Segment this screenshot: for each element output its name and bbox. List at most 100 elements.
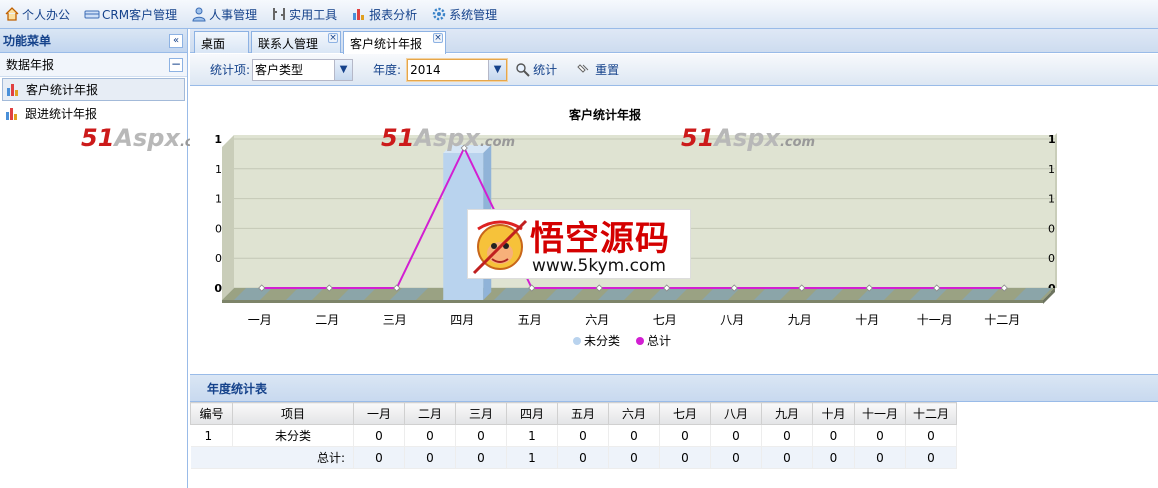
summary-cell: 0 — [812, 446, 855, 469]
tab-label: 联系人管理 — [258, 37, 319, 51]
table-cell: 未分类 — [232, 424, 354, 447]
x-tick-label: 六月 — [585, 313, 609, 327]
watermark-dom: .com — [479, 135, 516, 150]
chart-title: 客户统计年报 — [568, 107, 641, 122]
menu-personal-office-label: 个人办公 — [22, 7, 71, 22]
y-tick-label-right: 1 — [1048, 133, 1056, 146]
table-cell: 1 — [506, 424, 558, 447]
sidebar-title: 功能菜单 — [3, 34, 52, 48]
sidebar-item-label: 跟进统计年报 — [25, 107, 98, 121]
col-header[interactable]: 一月 — [353, 402, 405, 425]
y-tick-label-left: 0 — [215, 252, 222, 265]
watermark-name: Aspx — [714, 124, 780, 152]
watermark-num: 51 — [681, 124, 715, 152]
col-header[interactable]: 十二月 — [905, 402, 957, 425]
table-cell: 0 — [761, 424, 813, 447]
col-header[interactable]: 十月 — [812, 402, 855, 425]
reset-button[interactable]: 重置 — [577, 61, 619, 78]
col-header[interactable]: 九月 — [761, 402, 813, 425]
summary-cell: 0 — [455, 446, 507, 469]
menu-reports[interactable]: 报表分析 — [347, 0, 427, 29]
table-cell: 0 — [557, 424, 609, 447]
x-tick-label: 八月 — [720, 313, 744, 327]
search-icon — [516, 62, 530, 77]
table-cell: 1 — [190, 424, 233, 447]
menu-crm[interactable]: CRM客户管理 — [80, 0, 187, 29]
y-tick-label-right: 1 — [1048, 163, 1055, 176]
sidebar-item-label: 客户统计年报 — [26, 83, 99, 97]
menu-personal-office[interactable]: 个人办公 — [0, 0, 80, 29]
summary-cell: 0 — [404, 446, 456, 469]
watermark-51aspx: 51Aspx.com — [681, 124, 815, 152]
x-tick-label: 七月 — [653, 313, 677, 327]
watermark-num: 51 — [81, 124, 115, 152]
watermark-dom: .com — [779, 135, 816, 150]
col-header[interactable]: 项目 — [232, 402, 354, 425]
table-cell: 0 — [608, 424, 660, 447]
legend-label: 总计 — [647, 334, 671, 348]
chart-icon — [6, 107, 17, 120]
col-header[interactable]: 编号 — [190, 402, 233, 425]
table-cell: 0 — [854, 424, 906, 447]
watermark-51aspx: 51Aspx.com — [381, 124, 515, 152]
legend-label: 未分类 — [584, 334, 620, 348]
chevron-down-icon[interactable]: ▼ — [488, 59, 507, 80]
col-header[interactable]: 二月 — [404, 402, 456, 425]
summary-cell: 0 — [608, 446, 660, 469]
y-tick-label-right: 1 — [1048, 193, 1055, 206]
summary-cell: 0 — [659, 446, 711, 469]
user-icon — [192, 7, 206, 22]
top-menu-bar: 个人办公 CRM客户管理 人事管理 实用工具 报表分析 系统管理 — [0, 0, 1158, 29]
legend-swatch — [636, 337, 644, 345]
tab-strip: 桌面 联系人管理 × 客户统计年报 × — [190, 29, 1158, 54]
menu-system-label: 系统管理 — [449, 7, 498, 22]
watermark-name: Aspx — [414, 124, 480, 152]
menu-system[interactable]: 系统管理 — [427, 0, 507, 29]
tab-contacts[interactable]: 联系人管理 × — [251, 31, 341, 53]
stat-item-select[interactable]: ▼ — [252, 58, 354, 81]
y-tick-label-left: 1 — [215, 193, 222, 206]
chevron-down-icon[interactable]: ▼ — [334, 59, 353, 80]
col-header[interactable]: 五月 — [557, 402, 609, 425]
y-tick-label-right: 0 — [1048, 252, 1055, 265]
wukong-url: www.5kym.com — [532, 256, 666, 276]
menu-tools-label: 实用工具 — [289, 7, 338, 22]
table-cell: 0 — [659, 424, 711, 447]
menu-hr-label: 人事管理 — [209, 7, 258, 22]
col-header[interactable]: 十一月 — [854, 402, 906, 425]
x-tick-label: 四月 — [450, 313, 474, 327]
tab-desktop[interactable]: 桌面 — [194, 31, 249, 53]
col-header[interactable]: 四月 — [506, 402, 558, 425]
collapse-sidebar-button[interactable]: « — [169, 33, 183, 48]
col-header[interactable]: 三月 — [455, 402, 507, 425]
close-icon[interactable]: × — [433, 33, 443, 43]
table-cell: 0 — [710, 424, 762, 447]
table-row[interactable]: 1 未分类 0 0 0 1 0 0 0 0 0 0 0 0 — [190, 424, 957, 447]
menu-tools[interactable]: 实用工具 — [267, 0, 347, 29]
col-header[interactable]: 六月 — [608, 402, 660, 425]
wukong-title: 悟空源码 — [530, 219, 670, 259]
summary-cell: 0 — [353, 446, 405, 469]
sidebar-group-header[interactable]: 数据年报 − — [0, 53, 187, 77]
sidebar-item-followup-report[interactable]: 跟进统计年报 — [2, 102, 185, 125]
stat-item-label: 统计项: — [210, 63, 251, 77]
summary-cell: 0 — [710, 446, 762, 469]
collapse-group-button[interactable]: − — [169, 57, 183, 72]
x-tick-label: 十月 — [855, 313, 879, 327]
stat-button-label: 统计 — [533, 63, 558, 77]
gear-icon — [432, 7, 446, 21]
table-cell: 0 — [455, 424, 507, 447]
sidebar-item-customer-report[interactable]: 客户统计年报 — [2, 78, 185, 101]
sidebar-group-label: 数据年报 — [6, 58, 55, 72]
menu-hr[interactable]: 人事管理 — [187, 0, 267, 29]
year-select[interactable]: ▼ — [407, 58, 508, 81]
stat-button[interactable]: 统计 — [515, 61, 557, 78]
col-header[interactable]: 七月 — [659, 402, 711, 425]
col-header[interactable]: 八月 — [710, 402, 762, 425]
tab-customer-report[interactable]: 客户统计年报 × — [343, 31, 446, 54]
legend-swatch — [573, 337, 581, 345]
close-icon[interactable]: × — [328, 33, 338, 43]
table-cell: 0 — [404, 424, 456, 447]
year-label: 年度: — [373, 63, 402, 77]
table-cell: 0 — [353, 424, 405, 447]
